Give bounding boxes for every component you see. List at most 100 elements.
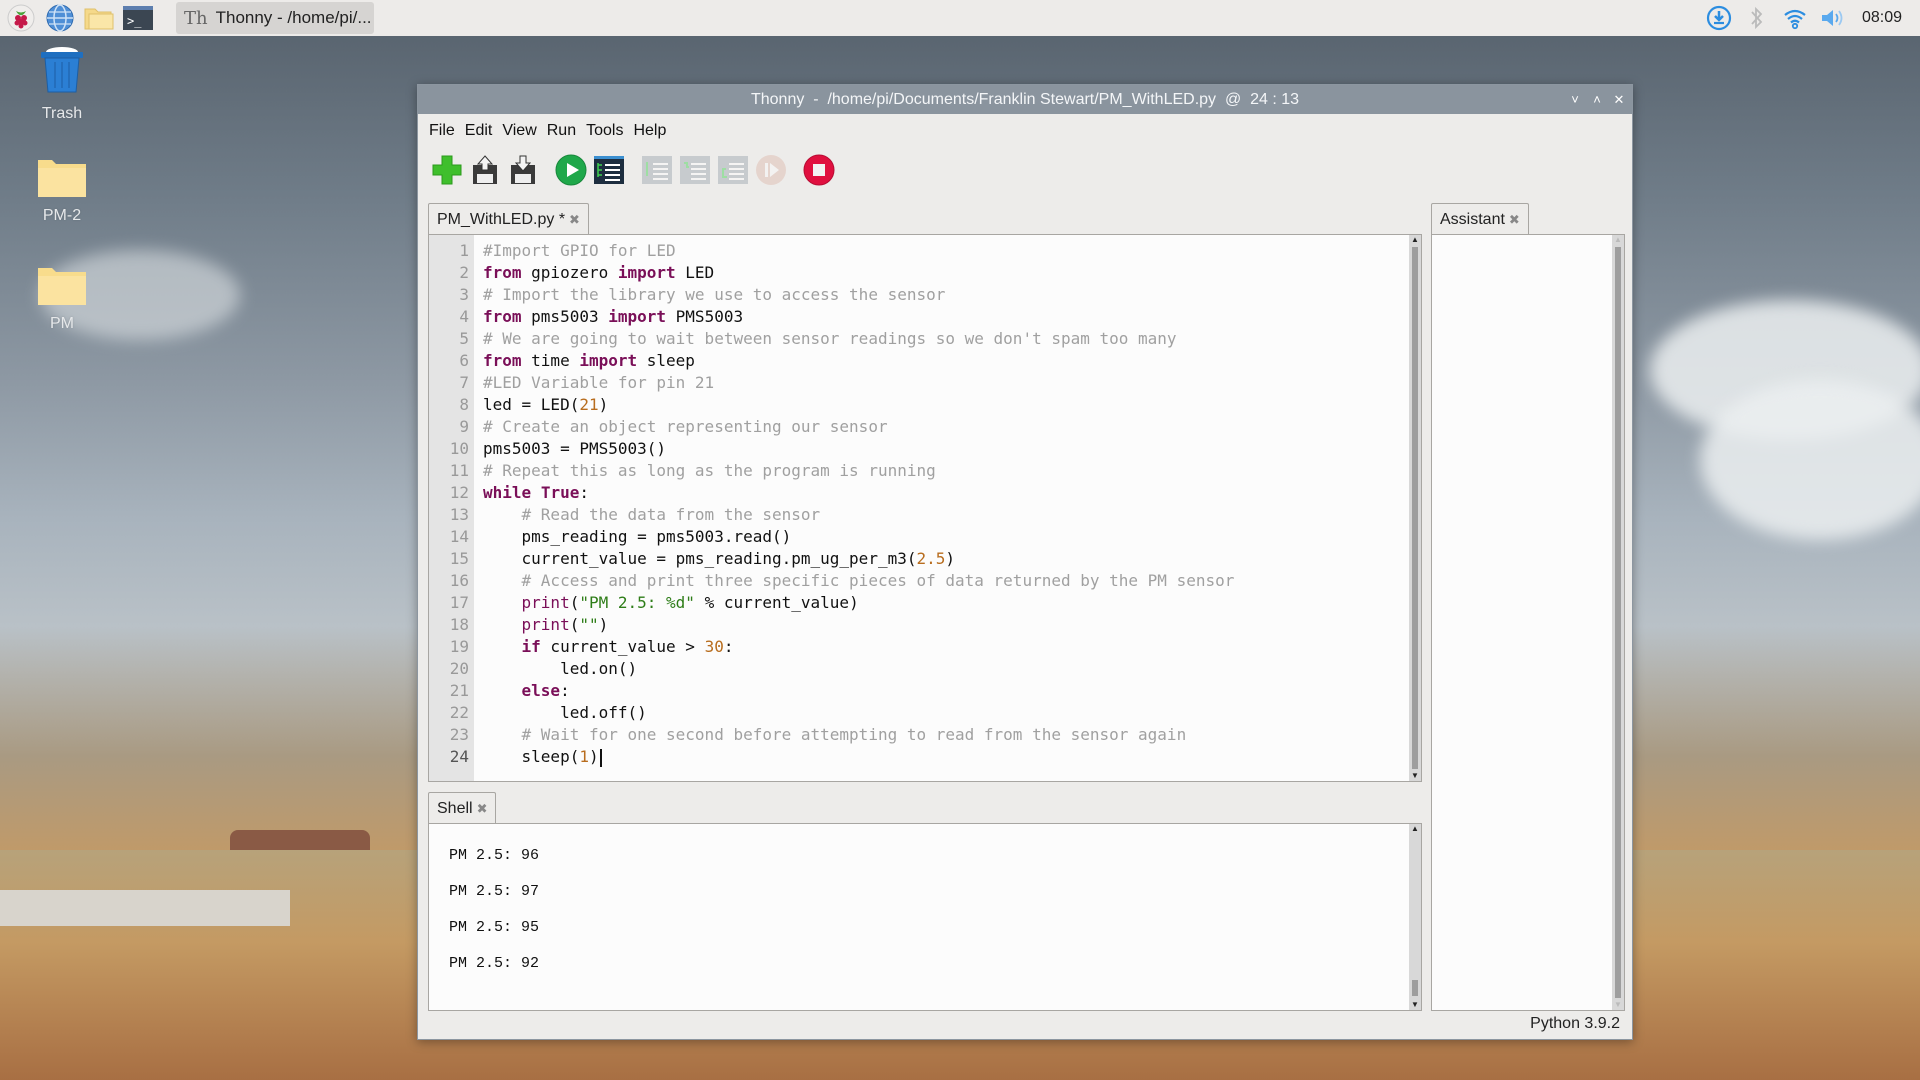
desktop-icon-label: PM bbox=[50, 315, 74, 332]
code-line[interactable]: 19 if current_value > 30: bbox=[429, 636, 1421, 658]
scroll-up-arrow[interactable]: ▲ bbox=[1409, 235, 1421, 245]
line-number: 24 bbox=[449, 747, 469, 766]
code-line[interactable]: 16 # Access and print three specific pie… bbox=[429, 570, 1421, 592]
code-line[interactable]: 24 sleep(1) bbox=[429, 746, 1421, 768]
code-text: # Wait for one second before attempting … bbox=[521, 725, 1187, 744]
code-line[interactable]: 23 # Wait for one second before attempti… bbox=[429, 724, 1421, 746]
updates-button[interactable] bbox=[1700, 0, 1738, 36]
scroll-up-arrow[interactable]: ▲ bbox=[1409, 824, 1421, 834]
scroll-up-arrow[interactable]: ▲ bbox=[1612, 235, 1624, 245]
code-line[interactable]: 1 #Import GPIO for LED bbox=[429, 240, 1421, 262]
resume-button[interactable] bbox=[753, 152, 789, 188]
desktop-icon-pm-2[interactable]: PM-2 bbox=[12, 156, 112, 225]
code-line[interactable]: 6 from time import sleep bbox=[429, 350, 1421, 372]
code-line[interactable]: 5 # We are going to wait between sensor r… bbox=[429, 328, 1421, 350]
clock[interactable]: 08:09 bbox=[1852, 9, 1920, 27]
code-line[interactable]: 10 pms5003 = PMS5003() bbox=[429, 438, 1421, 460]
file-manager-button[interactable] bbox=[81, 0, 117, 36]
shell-output[interactable]: PM 2.5: 96 PM 2.5: 97 PM 2.5: 95 PM 2.5:… bbox=[428, 823, 1422, 1011]
code-line[interactable]: 2 from gpiozero import LED bbox=[429, 262, 1421, 284]
menu-view[interactable]: View bbox=[497, 122, 541, 140]
tab-assistant[interactable]: Assistant ✖ bbox=[1431, 203, 1529, 235]
step-out-icon bbox=[718, 156, 748, 184]
menu-help[interactable]: Help bbox=[628, 122, 671, 140]
minimize-button[interactable]: ˅ bbox=[1568, 92, 1582, 107]
code-line[interactable]: 8 led = LED(21) bbox=[429, 394, 1421, 416]
code-editor[interactable]: 1 #Import GPIO for LED 2 from gpiozero impo… bbox=[428, 234, 1422, 782]
line-number: 10 bbox=[449, 439, 469, 458]
thonny-icon: Th bbox=[184, 7, 208, 29]
line-number: 12 bbox=[449, 483, 469, 502]
assistant-scrollbar[interactable]: ▲ ▼ bbox=[1612, 235, 1624, 1010]
code-line[interactable]: 4 from pms5003 import PMS5003 bbox=[429, 306, 1421, 328]
scroll-down-arrow[interactable]: ▼ bbox=[1409, 771, 1421, 781]
tab-label: Assistant bbox=[1440, 210, 1505, 228]
line-number: 7 bbox=[459, 373, 469, 392]
scrollbar-thumb[interactable] bbox=[1412, 247, 1418, 769]
code-lines: 1 #Import GPIO for LED 2 from gpiozero impo… bbox=[429, 240, 1421, 768]
bluetooth-button[interactable] bbox=[1738, 0, 1776, 36]
code-line[interactable]: 11 # Repeat this as long as the program i… bbox=[429, 460, 1421, 482]
desktop-icon-trash[interactable]: Trash bbox=[12, 44, 112, 123]
code-line[interactable]: 3 # Import the library we use to access t… bbox=[429, 284, 1421, 306]
line-number: 20 bbox=[449, 659, 469, 678]
bluetooth-icon bbox=[1751, 6, 1763, 30]
window-titlebar[interactable]: Thonny - /home/pi/Documents/Franklin Ste… bbox=[418, 85, 1632, 114]
shell-scrollbar[interactable]: ▲ ▼ bbox=[1409, 824, 1421, 1010]
terminal-button[interactable]: >_ bbox=[120, 0, 156, 36]
stop-button[interactable] bbox=[801, 152, 837, 188]
code-text: from time import sleep bbox=[483, 351, 695, 370]
debug-button[interactable] bbox=[591, 152, 627, 188]
step-out-button[interactable] bbox=[715, 152, 751, 188]
code-line[interactable]: 22 led.off() bbox=[429, 702, 1421, 724]
run-button[interactable] bbox=[553, 152, 589, 188]
code-line[interactable]: 13 # Read the data from the sensor bbox=[429, 504, 1421, 526]
code-line[interactable]: 18 print("") bbox=[429, 614, 1421, 636]
code-text: # Repeat this as long as the program is … bbox=[483, 461, 936, 480]
code-text: # Create an object representing our sens… bbox=[483, 417, 888, 436]
raspberry-menu-button[interactable] bbox=[3, 0, 39, 36]
code-text: led = LED(21) bbox=[483, 395, 609, 414]
code-text: # We are going to wait between sensor re… bbox=[483, 329, 1177, 348]
step-into-button[interactable] bbox=[677, 152, 713, 188]
load-button[interactable] bbox=[467, 152, 503, 188]
code-line[interactable]: 20 led.on() bbox=[429, 658, 1421, 680]
scrollbar-thumb[interactable] bbox=[1615, 247, 1621, 998]
new-button[interactable] bbox=[429, 152, 465, 188]
code-text: else: bbox=[521, 681, 570, 700]
folder-icon bbox=[84, 8, 114, 30]
code-line[interactable]: 12 while True: bbox=[429, 482, 1421, 504]
code-text: print("") bbox=[521, 615, 609, 634]
close-button[interactable]: ✕ bbox=[1612, 92, 1626, 108]
taskbar-window-thonny[interactable]: Th Thonny - /home/pi/... bbox=[176, 2, 374, 34]
folder-icon bbox=[38, 268, 86, 305]
save-button[interactable] bbox=[505, 152, 541, 188]
desktop-icon-pm[interactable]: PM bbox=[12, 264, 112, 333]
web-browser-button[interactable] bbox=[42, 0, 78, 36]
menu-file[interactable]: File bbox=[424, 122, 460, 140]
interpreter-label[interactable]: Python 3.9.2 bbox=[1530, 1015, 1620, 1032]
code-line[interactable]: 17 print("PM 2.5: %d" % current_value) bbox=[429, 592, 1421, 614]
line-number: 15 bbox=[449, 549, 469, 568]
scrollbar-thumb[interactable] bbox=[1412, 980, 1418, 996]
menu-tools[interactable]: Tools bbox=[581, 122, 628, 140]
code-line[interactable]: 21 else: bbox=[429, 680, 1421, 702]
editor-scrollbar[interactable]: ▲ ▼ bbox=[1409, 235, 1421, 781]
wifi-button[interactable] bbox=[1776, 0, 1814, 36]
code-line[interactable]: 14 pms_reading = pms5003.read() bbox=[429, 526, 1421, 548]
step-over-button[interactable] bbox=[639, 152, 675, 188]
code-line[interactable]: 9 # Create an object representing our sen… bbox=[429, 416, 1421, 438]
code-line[interactable]: 7 #LED Variable for pin 21 bbox=[429, 372, 1421, 394]
volume-button[interactable] bbox=[1814, 0, 1852, 36]
close-tab-icon[interactable]: ✖ bbox=[569, 212, 580, 228]
tab-shell[interactable]: Shell ✖ bbox=[428, 792, 497, 824]
close-tab-icon[interactable]: ✖ bbox=[477, 801, 488, 817]
close-tab-icon[interactable]: ✖ bbox=[1509, 212, 1520, 228]
menu-edit[interactable]: Edit bbox=[460, 122, 498, 140]
menu-run[interactable]: Run bbox=[542, 122, 581, 140]
code-line[interactable]: 15 current_value = pms_reading.pm_ug_per… bbox=[429, 548, 1421, 570]
line-number: 3 bbox=[459, 285, 469, 304]
maximize-button[interactable]: ˄ bbox=[1590, 92, 1604, 107]
taskbar: >_ Th Thonny - /home/pi/... 08:09 bbox=[0, 0, 1920, 36]
tab-editor-file[interactable]: PM_WithLED.py * ✖ bbox=[428, 203, 589, 235]
